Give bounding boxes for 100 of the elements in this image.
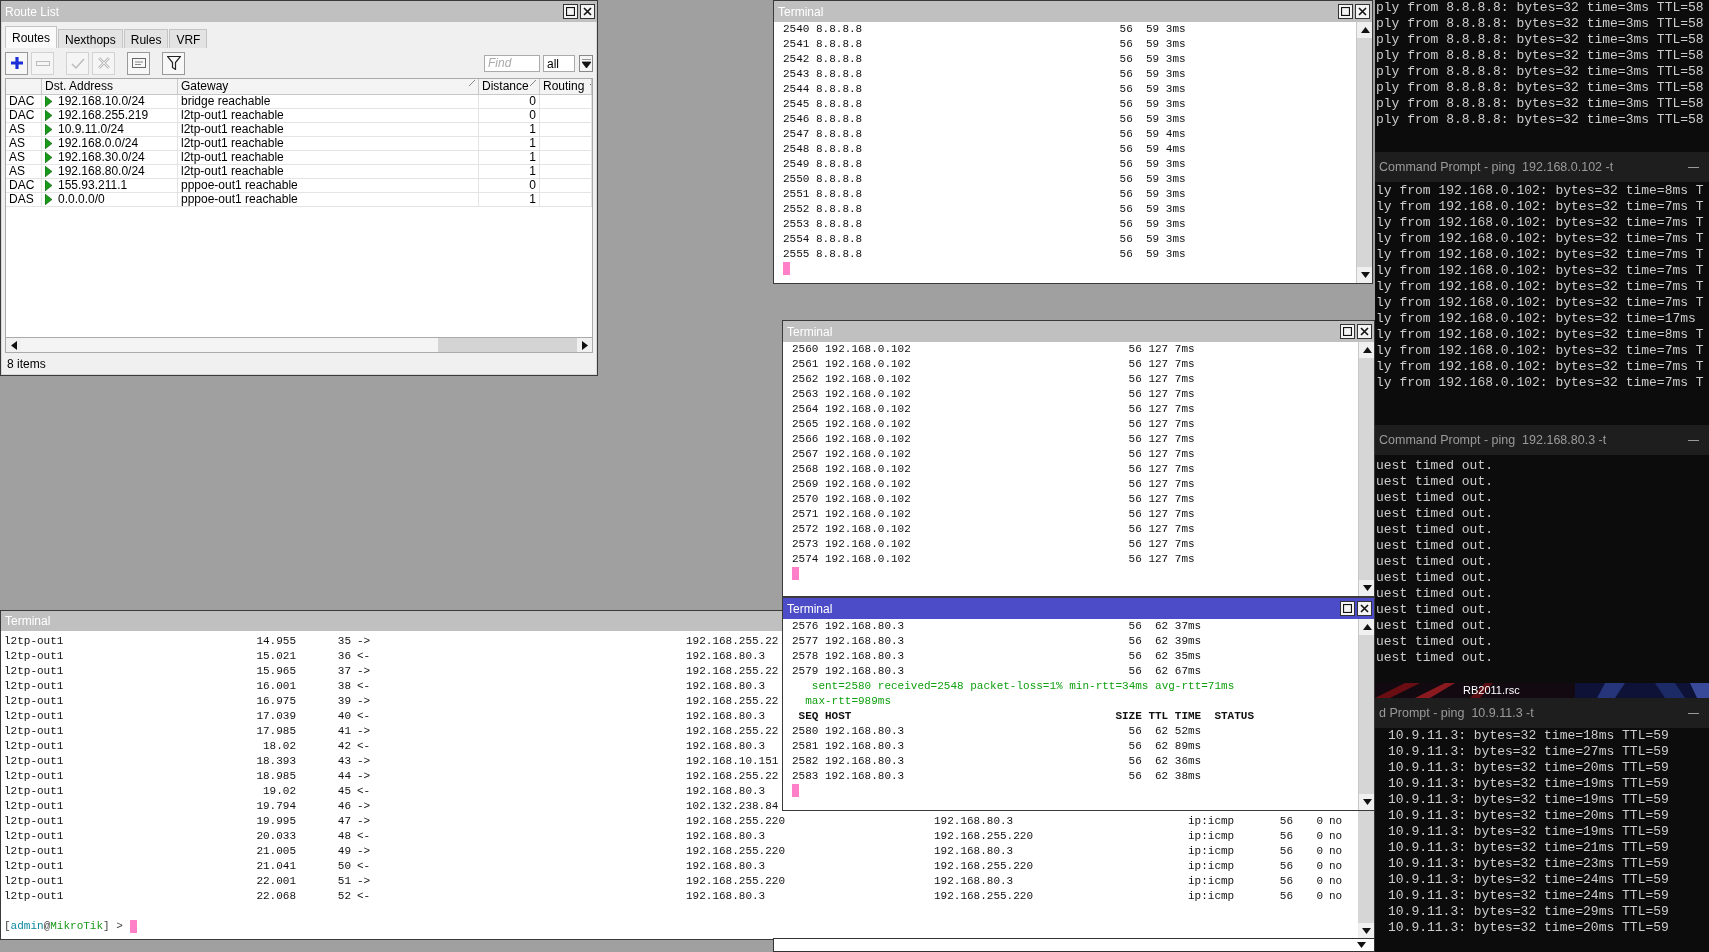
output-cell-text: 127	[1147, 372, 1169, 387]
table-cell: AS	[6, 137, 42, 150]
output-cell-text: 56	[1118, 67, 1133, 82]
output-cell: 16.001	[256, 679, 296, 694]
output-cell: 192.168.80.3	[934, 814, 1014, 829]
left-arrow-icon[interactable]	[10, 340, 17, 350]
output-cell: ->	[357, 664, 371, 679]
output-cell-text: 192.168.0.102	[825, 462, 912, 477]
minimize-icon[interactable]	[1688, 712, 1699, 714]
output-cell-text: 59	[1145, 157, 1160, 172]
minimize-icon[interactable]	[1688, 166, 1699, 168]
output-cell: <-	[357, 679, 371, 694]
table-cell: l2tp-out1 reachable	[178, 137, 479, 150]
output-cell-text: 3ms	[1165, 52, 1187, 67]
scroll-down-button[interactable]	[1359, 580, 1374, 596]
comment-button[interactable]	[127, 51, 150, 75]
scroll-down-button[interactable]	[1357, 267, 1372, 283]
output-cell: l2tp-out1	[4, 664, 64, 679]
console-line: ly from 192.168.0.102: bytes=32 time=7ms T	[1375, 295, 1705, 311]
output-cell-text: 192.168.0.102	[825, 522, 912, 537]
output-cell: 18.393	[256, 754, 296, 769]
output-cell: ip:icmp	[1188, 844, 1235, 859]
vertical-scrollbar[interactable]	[1358, 342, 1374, 596]
output-cell-text: 56	[1127, 522, 1142, 537]
tab[interactable]: VRF	[169, 29, 208, 48]
output-cell: 2543	[783, 67, 810, 82]
title-bar[interactable]: Command Prompt - ping 192.168.80.3 -t	[1375, 425, 1709, 455]
console-line: uest timed out.	[1375, 586, 1495, 602]
right-arrow-icon[interactable]	[581, 340, 588, 350]
column-header[interactable]: Dst. Address	[42, 79, 178, 94]
output-cell-text: 39ms	[1174, 634, 1203, 649]
maximize-button[interactable]	[1340, 601, 1355, 616]
output-cell-text: 3ms	[1165, 232, 1187, 247]
output-cell-text: 59	[1145, 247, 1160, 262]
horizontal-scrollbar[interactable]	[5, 338, 593, 353]
vertical-scrollbar[interactable]	[1356, 22, 1372, 283]
output-cell: 192.168.80.3	[934, 874, 1014, 889]
output-cell: l2tp-out1	[4, 874, 64, 889]
output-cell-text: 192.168.0.102	[825, 537, 912, 552]
add-button[interactable]	[5, 51, 28, 75]
output-cell-text: 56	[1127, 357, 1142, 372]
output-cell: 0	[1316, 874, 1323, 889]
scroll-up-button[interactable]	[1357, 22, 1372, 38]
vertical-scrollbar[interactable]	[1358, 809, 1374, 939]
output-cell: 2546	[783, 112, 810, 127]
output-cell-text: 52ms	[1174, 724, 1203, 739]
output-cell: ip:icmp	[1188, 874, 1235, 889]
table-cell: l2tp-out1 reachable	[178, 109, 479, 122]
tab[interactable]: Rules	[123, 29, 169, 48]
output-cell-text: 8.8.8.8	[816, 67, 864, 82]
output-cell: 2553	[783, 217, 810, 232]
output-cell-text: 89ms	[1174, 739, 1203, 754]
scroll-up-button[interactable]	[1359, 619, 1374, 635]
output-cell: 2542	[783, 52, 810, 67]
output-cell-text: 8.8.8.8	[816, 247, 864, 262]
close-button[interactable]	[1357, 324, 1372, 339]
filter-dropdown[interactable]: all	[543, 54, 575, 72]
prompt-text: [admin@MikroTik] >	[4, 919, 123, 934]
minimize-icon[interactable]	[1688, 439, 1699, 441]
close-button[interactable]	[580, 4, 595, 19]
maximize-button[interactable]	[1340, 324, 1355, 339]
output-cell-text: 59	[1145, 67, 1160, 82]
output-cell-text: 7ms	[1174, 342, 1196, 357]
output-cell-text: 56	[1127, 754, 1142, 769]
output-cell: 2545	[783, 97, 810, 112]
file-label[interactable]: RB2011.rsc	[1463, 683, 1520, 698]
column-header[interactable]: Routing	[540, 79, 592, 94]
column-header: SIZE	[1115, 709, 1142, 724]
output-cell: l2tp-out1	[4, 814, 64, 829]
column-header[interactable]: Distance	[479, 79, 540, 94]
maximize-button[interactable]	[1338, 4, 1353, 19]
dropdown-button[interactable]	[579, 54, 593, 72]
column-header[interactable]: Gateway	[178, 79, 479, 94]
output-cell: 46	[337, 799, 351, 814]
search-field[interactable]: Find	[484, 54, 540, 72]
close-button[interactable]	[1357, 601, 1372, 616]
output-cell: ->	[357, 694, 371, 709]
filter-button[interactable]	[162, 51, 185, 75]
output-cell-text: 7ms	[1174, 462, 1196, 477]
output-cell: 2561	[792, 357, 819, 372]
title-bar[interactable]: Terminal	[783, 598, 1374, 619]
output-cell-text: 192.168.0.102	[825, 357, 912, 372]
output-cell: 2563	[792, 387, 819, 402]
title-bar[interactable]: d Prompt - ping 10.9.11.3 -t	[1375, 698, 1709, 728]
title-bar[interactable]: Command Prompt - ping 192.168.0.102 -t	[1375, 152, 1709, 182]
output-cell: 49	[337, 844, 351, 859]
tab[interactable]: Routes	[5, 26, 58, 48]
scroll-down-button[interactable]	[1359, 794, 1374, 810]
output-cell: 41	[337, 724, 351, 739]
scroll-up-button[interactable]	[1359, 342, 1374, 358]
tab[interactable]: Nexthops	[58, 29, 123, 48]
output-cell-text: 192.168.80.3	[825, 724, 906, 739]
output-cell: 2578	[792, 649, 819, 664]
maximize-button[interactable]	[563, 4, 578, 19]
vertical-scrollbar[interactable]	[1358, 619, 1374, 810]
output-cell-text: 56	[1118, 127, 1133, 142]
output-cell-text: 192.168.0.102	[825, 492, 912, 507]
close-button[interactable]	[1355, 4, 1370, 19]
output-cell: 21.005	[256, 844, 296, 859]
output-cell-text: 192.168.0.102	[825, 507, 912, 522]
